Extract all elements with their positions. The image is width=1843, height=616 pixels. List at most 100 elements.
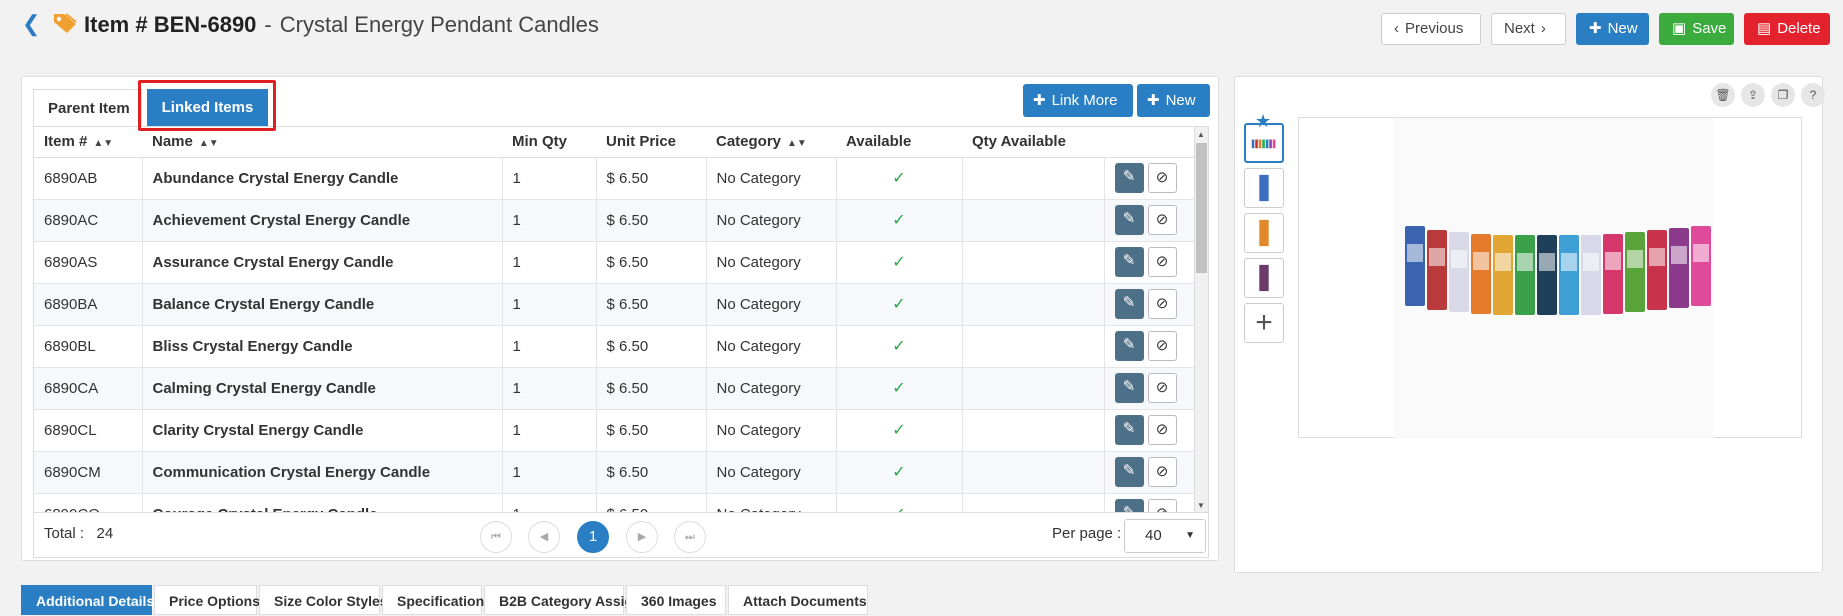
col-unit-price: Unit Price — [596, 127, 706, 158]
next-page-button[interactable]: ▶ — [626, 521, 658, 553]
cell-price: $ 6.50 — [596, 367, 707, 410]
cell-qty-available — [962, 199, 1105, 242]
check-icon: ✓ — [836, 325, 963, 368]
cell-min-qty: 1 — [502, 325, 597, 368]
copy-icon[interactable]: ❐ — [1771, 83, 1795, 107]
link-more-button[interactable]: ✚ Link More — [1023, 84, 1133, 117]
cell-item: 6890AS — [34, 241, 143, 284]
cell-qty-available — [962, 325, 1105, 368]
cell-actions: ✎⊘ — [1104, 241, 1199, 284]
unlink-button[interactable]: ⊘ — [1147, 415, 1177, 445]
unlink-button[interactable]: ⊘ — [1147, 247, 1177, 277]
table-scrollbar[interactable]: ▲ ▼ — [1194, 127, 1208, 512]
unlink-button[interactable]: ⊘ — [1147, 331, 1177, 361]
edit-button[interactable]: ✎ — [1114, 163, 1144, 193]
edit-button[interactable]: ✎ — [1114, 373, 1144, 403]
next-button[interactable]: Next › — [1491, 13, 1566, 45]
edit-button[interactable]: ✎ — [1114, 331, 1144, 361]
check-icon: ✓ — [836, 409, 963, 452]
edit-button[interactable]: ✎ — [1114, 499, 1144, 512]
col-category[interactable]: Category ▲▼ — [706, 127, 836, 158]
page-button-current[interactable]: 1 — [577, 521, 609, 553]
cell-price: $ 6.50 — [596, 157, 707, 200]
sort-icon: ▲▼ — [93, 138, 114, 150]
table-header-row: Item # ▲▼ Name ▲▼ Min Qty Unit Price Categ… — [34, 127, 1198, 158]
col-name[interactable]: Name ▲▼ — [142, 127, 502, 158]
cell-qty-available — [962, 241, 1105, 284]
last-page-button[interactable]: ⏭ — [674, 521, 706, 553]
edit-button[interactable]: ✎ — [1114, 247, 1144, 277]
trash-icon[interactable]: 🗑 — [1711, 83, 1735, 107]
first-page-button[interactable]: ⏮ — [480, 521, 512, 553]
delete-button[interactable]: ▤ Delete — [1744, 13, 1830, 45]
cell-qty-available — [962, 283, 1105, 326]
upload-icon[interactable]: ⇪ — [1741, 83, 1765, 107]
edit-button[interactable]: ✎ — [1114, 415, 1144, 445]
cell-item: 6890CO — [34, 493, 143, 512]
candle-blue-thumbnail — [1259, 174, 1269, 202]
check-icon: ✓ — [836, 157, 963, 200]
cell-name: Clarity Crystal Energy Candle — [142, 409, 503, 452]
add-image-button[interactable]: + — [1244, 303, 1284, 343]
thumbnail-2[interactable] — [1244, 168, 1284, 208]
tab-specification[interactable]: Specification — [382, 585, 484, 615]
cell-category: No Category — [706, 241, 837, 284]
col-qty-available: Qty Available — [962, 127, 1104, 158]
cell-category: No Category — [706, 325, 837, 368]
tab-size-color-styles[interactable]: Size Color Styles — [259, 585, 388, 615]
edit-button[interactable]: ✎ — [1114, 289, 1144, 319]
tab-attach-documents[interactable]: Attach Documents — [728, 585, 868, 615]
tab-linked-items[interactable]: Linked Items — [147, 89, 268, 126]
thumbnail-3[interactable] — [1244, 213, 1284, 253]
table-row: 6890CM Communication Crystal Energy Cand… — [34, 451, 1199, 494]
unlink-button[interactable]: ⊘ — [1147, 499, 1177, 512]
cell-item: 6890AC — [34, 199, 143, 242]
item-name: Crystal Energy Pendant Candles — [279, 12, 599, 37]
cell-item: 6890CA — [34, 367, 143, 410]
new-linked-item-button[interactable]: ✚ New — [1137, 84, 1210, 117]
thumbnail-1[interactable]: ★ — [1244, 111, 1284, 163]
scrollbar-thumb[interactable] — [1196, 143, 1207, 273]
scroll-down-icon[interactable]: ▼ — [1197, 501, 1205, 510]
candle-orange-thumbnail — [1259, 219, 1269, 247]
per-page-select[interactable]: 40 ▼ — [1124, 519, 1206, 553]
tab-additional-details[interactable]: Additional Details — [21, 585, 154, 615]
cell-category: No Category — [706, 451, 837, 494]
cell-price: $ 6.50 — [596, 283, 707, 326]
unlink-button[interactable]: ⊘ — [1147, 373, 1177, 403]
new-button[interactable]: ✚ New — [1576, 13, 1649, 45]
edit-button[interactable]: ✎ — [1114, 457, 1144, 487]
unlink-button[interactable]: ⊘ — [1147, 163, 1177, 193]
unlink-button[interactable]: ⊘ — [1147, 205, 1177, 235]
tab-parent-item[interactable]: Parent Item — [33, 89, 142, 126]
cell-min-qty: 1 — [502, 199, 597, 242]
cell-item: 6890AB — [34, 157, 143, 200]
unlink-button[interactable]: ⊘ — [1147, 457, 1177, 487]
tab-price-options[interactable]: Price Options — [154, 585, 260, 615]
linked-items-table: Item # ▲▼ Name ▲▼ Min Qty Unit Price Categ… — [33, 126, 1209, 513]
linked-items-panel: Parent Item Linked Items ✚ Link More ✚ New… — [21, 76, 1219, 561]
back-icon[interactable]: ❮ — [22, 12, 40, 36]
cell-category: No Category — [706, 199, 837, 242]
check-icon: ✓ — [836, 367, 963, 410]
tab-360-images[interactable]: 360 Images — [626, 585, 726, 615]
cell-qty-available — [962, 409, 1105, 452]
table-row: 6890BA Balance Crystal Energy Candle 1 $… — [34, 283, 1199, 326]
cell-actions: ✎⊘ — [1104, 493, 1199, 512]
plus-icon: ✚ — [1147, 92, 1160, 109]
save-button[interactable]: ▣ Save — [1659, 13, 1734, 45]
cell-name: Bliss Crystal Energy Candle — [142, 325, 503, 368]
thumbnail-4[interactable] — [1244, 258, 1284, 298]
edit-button[interactable]: ✎ — [1114, 205, 1144, 235]
cell-qty-available — [962, 493, 1105, 512]
help-icon[interactable]: ? — [1801, 83, 1825, 107]
tab-b2b-category-assign[interactable]: B2B Category Assign — [484, 585, 642, 615]
col-item[interactable]: Item # ▲▼ — [34, 127, 142, 158]
unlink-button[interactable]: ⊘ — [1147, 289, 1177, 319]
scroll-up-icon[interactable]: ▲ — [1197, 130, 1205, 139]
cell-min-qty: 1 — [502, 367, 597, 410]
plus-icon: ✚ — [1033, 92, 1046, 109]
prev-page-button[interactable]: ◀ — [528, 521, 560, 553]
page-header: ❮ Item # BEN-6890- Crystal Energy Pendant… — [0, 0, 1843, 60]
previous-button[interactable]: ‹ Previous — [1381, 13, 1481, 45]
